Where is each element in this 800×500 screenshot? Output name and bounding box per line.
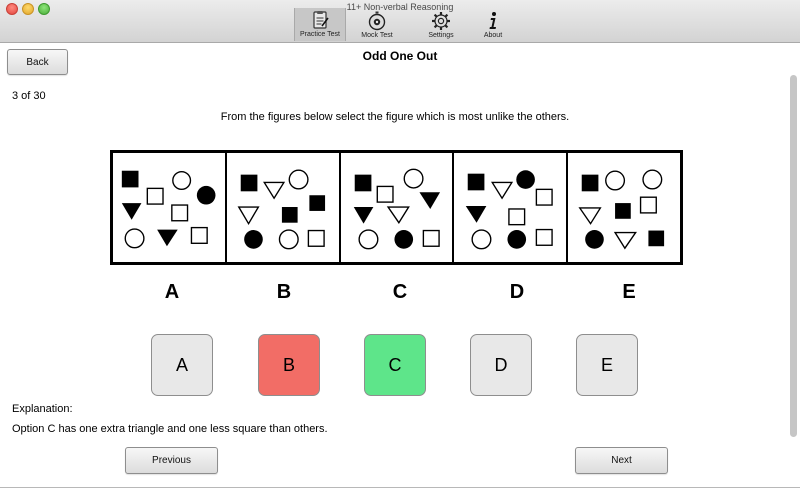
figure-b [227,153,341,262]
toolbar-label: Settings [428,32,454,39]
figure-c-shapes [353,168,440,250]
scrollbar-thumb[interactable] [790,75,797,437]
figure-b-shapes [237,169,325,250]
stopwatch-icon [368,11,386,31]
toolbar-practice-test[interactable]: Practice Test [294,8,346,41]
answer-button-d[interactable]: D [470,334,532,396]
previous-button[interactable]: Previous [125,447,218,474]
figure-a-shapes [121,170,216,249]
explanation-text: Option C has one extra triangle and one … [12,423,328,435]
info-icon [489,12,496,29]
figure-label-c: C [392,281,408,303]
answer-button-c[interactable]: C [364,334,426,396]
toolbar-label: Practice Test [300,31,340,38]
toolbar-mock-test[interactable]: Mock Test [352,9,402,41]
figure-d-shapes [466,170,554,250]
figure-d [454,153,569,262]
answer-button-b[interactable]: B [258,334,320,396]
figure-label-b: B [276,281,292,303]
figure-strip [110,150,683,265]
figure-label-d: D [509,281,525,303]
question-instruction: From the figures below select the figure… [220,111,570,123]
figure-a [113,153,227,262]
figure-c [341,153,455,262]
toolbar-label: About [483,32,503,39]
answer-button-a[interactable]: A [151,334,213,396]
toolbar-about[interactable]: About [468,9,518,41]
answer-button-e[interactable]: E [576,334,638,396]
figure-label-a: A [164,281,180,303]
clipboard-icon [313,11,329,29]
toolbar-label: Mock Test [361,32,393,39]
figure-e [568,153,680,262]
page-title: Odd One Out [362,49,438,63]
next-button[interactable]: Next [575,447,668,474]
titlebar: 11+ Non-verbal Reasoning Practice Test M… [0,0,800,43]
toolbar-settings[interactable]: Settings [416,9,466,41]
figure-e-shapes [578,169,665,250]
explanation-heading: Explanation: [12,403,73,415]
question-counter: 3 of 30 [12,90,46,102]
figure-label-e: E [622,281,636,303]
vertical-scrollbar[interactable] [789,75,798,437]
gear-icon [432,12,450,30]
app-window: 11+ Non-verbal Reasoning Practice Test M… [0,0,800,488]
